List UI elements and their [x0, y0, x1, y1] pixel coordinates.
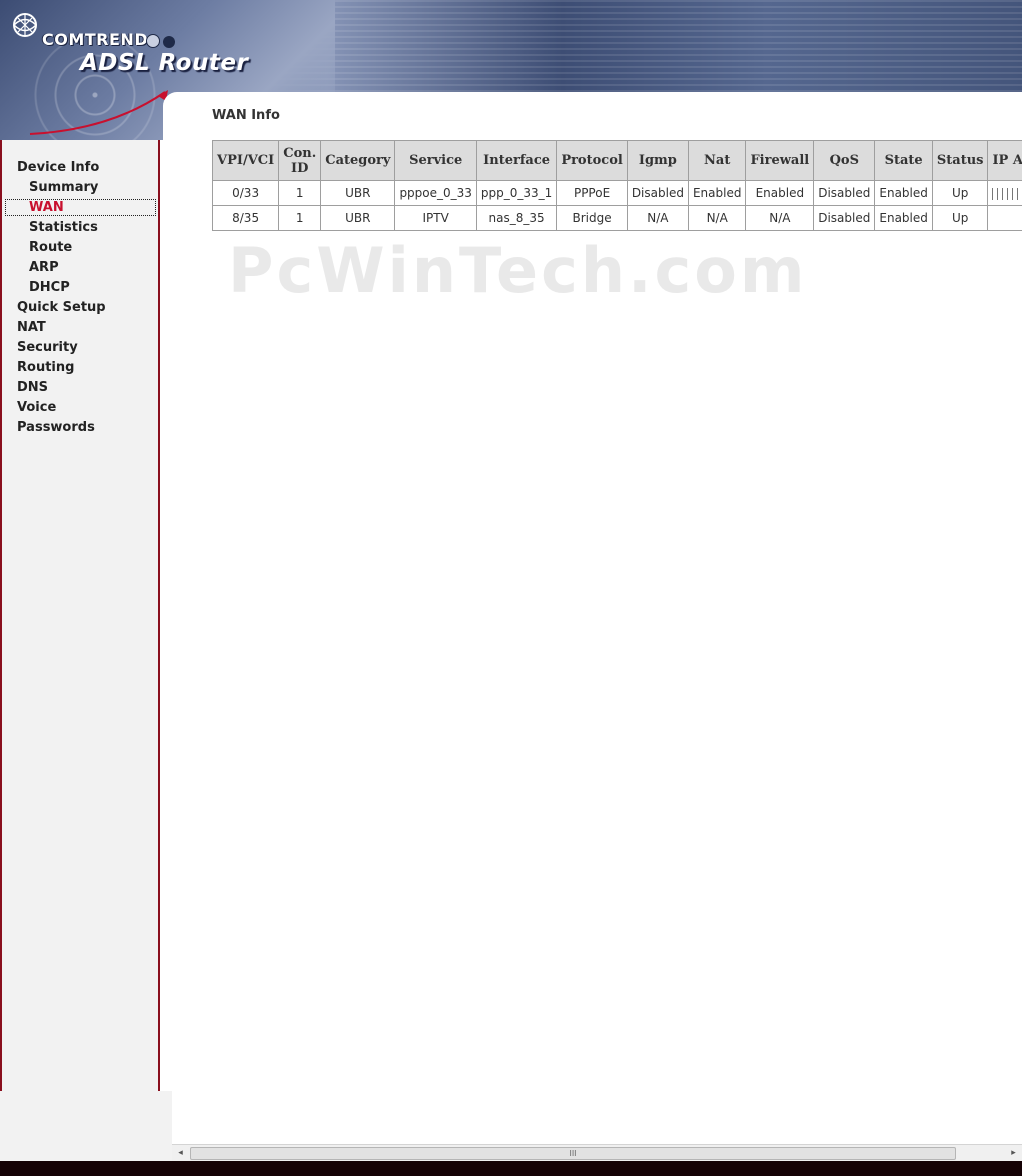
wan-info-table: VPI/VCI Con. ID Category Service Interfa… — [211, 140, 1022, 231]
sidebar-item-passwords[interactable]: Passwords — [2, 418, 158, 438]
page-title: WAN Info — [212, 108, 280, 123]
sidebar-item-dhcp[interactable]: DHCP — [2, 278, 158, 298]
cell-ip-address-masked — [987, 180, 1022, 206]
cell-igmp: Disabled — [626, 180, 689, 206]
cell-protocol: PPPoE — [556, 180, 628, 206]
sidebar-item-statistics[interactable]: Statistics — [2, 218, 158, 238]
cell-status: Up — [931, 205, 989, 231]
col-con-id: Con. ID — [278, 140, 322, 181]
sidebar-item-wan[interactable]: WAN — [2, 198, 158, 218]
cell-igmp: N/A — [626, 205, 689, 231]
cell-firewall: N/A — [745, 205, 815, 231]
cell-qos: Disabled — [813, 205, 876, 231]
cell-nat: Enabled — [687, 180, 747, 206]
cell-firewall: Enabled — [745, 180, 815, 206]
sidebar-item-nat[interactable]: NAT — [2, 318, 158, 338]
sidebar-item-arp[interactable]: ARP — [2, 258, 158, 278]
cell-con-id: 1 — [278, 205, 322, 231]
main-content: WAN Info PcWinTech.com VPI/VCI Con. ID C… — [172, 92, 1022, 1144]
sidebar-nav: Device Info Summary WAN Statistics Route… — [2, 158, 158, 438]
sidebar-item-device-info[interactable]: Device Info — [2, 158, 158, 178]
sidebar-footer-area — [0, 1091, 172, 1161]
brand-name: COMTREND — [42, 30, 149, 49]
swoosh-graphic — [29, 90, 168, 135]
sidebar: Device Info Summary WAN Statistics Route… — [0, 140, 160, 1091]
cell-nat: N/A — [687, 205, 747, 231]
col-protocol: Protocol — [556, 140, 628, 181]
col-service: Service — [394, 140, 477, 181]
cell-ip-address — [987, 205, 1022, 231]
table-row: 0/33 1 UBR pppoe_0_33 ppp_0_33_1 PPPoE D… — [211, 180, 1022, 206]
table-row: 8/35 1 UBR IPTV nas_8_35 Bridge N/A N/A … — [211, 205, 1022, 231]
cell-con-id: 1 — [278, 180, 322, 206]
sidebar-item-voice[interactable]: Voice — [2, 398, 158, 418]
sidebar-item-security[interactable]: Security — [2, 338, 158, 358]
cell-service: IPTV — [394, 205, 477, 231]
scroll-left-arrow-icon[interactable]: ◂ — [172, 1145, 189, 1161]
sidebar-item-route[interactable]: Route — [2, 238, 158, 258]
cell-service: pppoe_0_33 — [394, 180, 477, 206]
watermark: PcWinTech.com — [228, 234, 808, 307]
col-state: State — [874, 140, 933, 181]
sidebar-item-summary[interactable]: Summary — [2, 178, 158, 198]
col-status: Status — [931, 140, 989, 181]
cell-state: Enabled — [874, 205, 933, 231]
cell-interface: nas_8_35 — [475, 205, 558, 231]
col-igmp: Igmp — [626, 140, 689, 181]
cell-status: Up — [931, 180, 989, 206]
cell-protocol: Bridge — [556, 205, 628, 231]
window-bottom-bar — [0, 1161, 1022, 1176]
table-header-row: VPI/VCI Con. ID Category Service Interfa… — [211, 140, 1022, 181]
col-nat: Nat — [687, 140, 747, 181]
scroll-thumb[interactable]: III — [190, 1147, 956, 1160]
col-qos: QoS — [813, 140, 876, 181]
col-firewall: Firewall — [745, 140, 815, 181]
sidebar-item-dns[interactable]: DNS — [2, 378, 158, 398]
col-vpi-vci: VPI/VCI — [211, 140, 280, 181]
cell-vpi-vci: 0/33 — [211, 180, 280, 206]
horizontal-scrollbar[interactable]: ◂ III ▸ — [172, 1144, 1022, 1161]
scroll-right-arrow-icon[interactable]: ▸ — [1005, 1145, 1022, 1161]
sidebar-item-quick-setup[interactable]: Quick Setup — [2, 298, 158, 318]
cell-state: Enabled — [874, 180, 933, 206]
cell-vpi-vci: 8/35 — [211, 205, 280, 231]
col-ip-address: IP Address — [987, 140, 1022, 181]
masked-ip-address — [992, 187, 1022, 200]
sidebar-item-routing[interactable]: Routing — [2, 358, 158, 378]
col-category: Category — [320, 140, 396, 181]
col-interface: Interface — [475, 140, 558, 181]
cell-category: UBR — [320, 205, 396, 231]
cell-interface: ppp_0_33_1 — [475, 180, 558, 206]
comtrend-logo-icon — [12, 13, 38, 37]
cell-qos: Disabled — [813, 180, 876, 206]
product-name: ADSL Router — [80, 50, 249, 76]
cell-category: UBR — [320, 180, 396, 206]
